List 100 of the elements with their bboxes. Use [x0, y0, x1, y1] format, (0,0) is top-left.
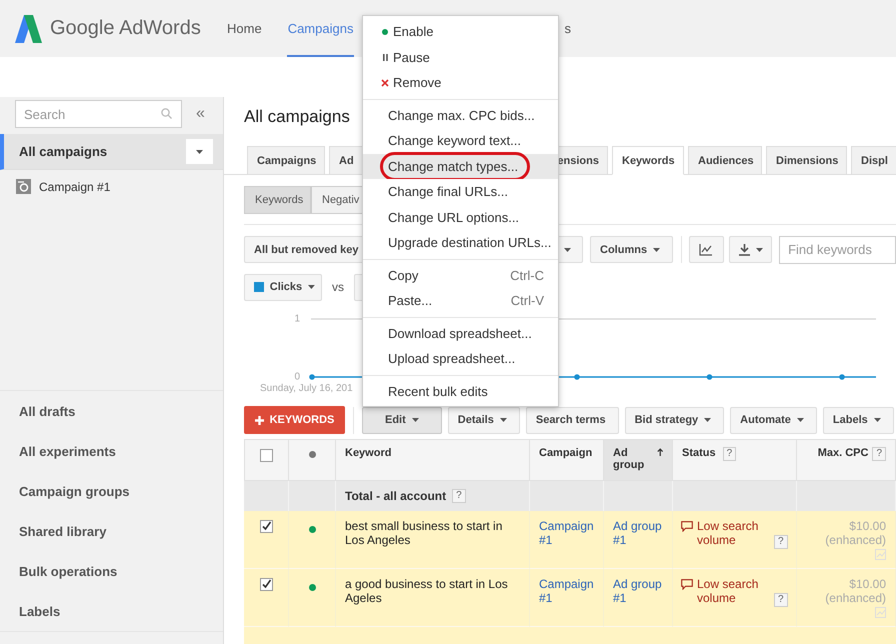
column-label: Ad group	[613, 447, 646, 471]
chart-icon	[875, 607, 886, 618]
sidebar-link[interactable]: Bulk operations	[0, 551, 223, 591]
help-marker[interactable]: ?	[722, 447, 736, 461]
chart-icon	[875, 549, 886, 560]
checked-checkbox[interactable]	[260, 578, 272, 591]
speech-bubble-icon	[681, 521, 693, 532]
add-keywords-button[interactable]: KEYWORDS	[244, 406, 345, 434]
sort-arrow-icon	[656, 447, 663, 457]
status-text: Low search volume	[697, 519, 760, 547]
search-field[interactable]: Search	[15, 100, 182, 128]
status-dot-icon	[308, 451, 316, 458]
column-label: Max. CPC	[818, 447, 868, 459]
campaign-icon	[16, 179, 31, 194]
sidebar-link[interactable]: Labels	[0, 591, 223, 631]
caret-icon	[564, 248, 571, 252]
shortcut-text: Ctrl-C	[510, 268, 544, 283]
axis-tick-label: 1	[294, 314, 300, 324]
ad-group-link[interactable]: Ad group #1	[613, 519, 663, 547]
menu-item[interactable]: Paste... Ctrl-V	[363, 288, 558, 314]
chart-icon	[699, 244, 712, 256]
action-button[interactable]: Labels	[822, 406, 894, 434]
caret-icon	[653, 248, 660, 252]
caret-icon	[196, 150, 203, 154]
action-button[interactable]: Bid strategy	[624, 406, 724, 434]
column-header[interactable]: Keyword	[336, 439, 530, 481]
all-campaigns-label: All campaigns	[19, 144, 108, 159]
all-campaigns-item[interactable]: All campaigns	[0, 134, 223, 170]
chart-button[interactable]	[689, 236, 724, 263]
menu-item[interactable]: Change match types...	[363, 154, 558, 179]
column-header[interactable]: Max. CPC ?	[797, 439, 896, 481]
download-button[interactable]	[729, 236, 772, 263]
download-icon	[739, 244, 750, 256]
vs-label: vs	[332, 280, 344, 294]
column-label: Status	[682, 447, 716, 459]
help-marker[interactable]: ?	[452, 489, 466, 503]
menu-item[interactable]: Copy Ctrl-C	[363, 262, 558, 288]
tab[interactable]: Dimensions	[766, 146, 847, 175]
action-button[interactable]: Edit	[362, 406, 442, 434]
menu-item[interactable]: Change max. CPC bids...	[363, 102, 558, 128]
subtab[interactable]: Keywords	[244, 186, 311, 214]
campaign-link[interactable]: Campaign #1	[539, 519, 594, 547]
column-label: Campaign	[539, 447, 592, 459]
sidebar-link[interactable]: All drafts	[0, 391, 223, 431]
dot-icon	[382, 28, 388, 35]
column-header[interactable]: Campaign	[530, 439, 604, 481]
sidebar-link[interactable]: Shared library	[0, 511, 223, 551]
metric-button[interactable]: Clicks	[244, 274, 322, 300]
keyword-text: best small business to start in Los Angeles	[345, 519, 504, 547]
speech-bubble-icon	[681, 579, 693, 590]
date-label: Sunday, July 16, 201	[260, 383, 353, 394]
menu-item[interactable]: Recent bulk edits	[363, 378, 558, 404]
campaign-link[interactable]: Campaign #1	[539, 577, 594, 605]
column-header[interactable]: Ad group	[604, 439, 673, 481]
help-marker[interactable]: ?	[872, 447, 886, 461]
tab[interactable]: Campaigns	[247, 146, 325, 175]
find-keywords-field[interactable]: Find keywords	[779, 236, 896, 264]
ad-group-link[interactable]: Ad group #1	[613, 577, 663, 605]
caret-icon	[756, 248, 764, 252]
campaign-item[interactable]: Campaign #1	[0, 170, 223, 194]
column-label: Keyword	[345, 447, 392, 459]
menu-item[interactable]: Change URL options...	[363, 204, 558, 230]
nav-link[interactable]: Campaigns	[286, 0, 354, 57]
action-button[interactable]: Automate	[730, 406, 817, 434]
tab[interactable]: Keywords	[612, 146, 684, 175]
menu-item[interactable]: Remove	[363, 70, 558, 96]
max-cpc-value: $10.00	[849, 519, 886, 533]
menu-item[interactable]: Change final URLs...	[363, 179, 558, 204]
checked-checkbox[interactable]	[260, 520, 272, 533]
collapse-button[interactable]: «	[192, 105, 209, 123]
plus-icon	[254, 416, 264, 424]
column-header[interactable]: Status ?	[673, 439, 797, 481]
logo-icon	[15, 14, 42, 42]
menu-item[interactable]: Upload spreadsheet...	[363, 346, 558, 372]
sidebar-link[interactable]: All experiments	[0, 431, 223, 471]
menu-item[interactable]: Pause	[363, 44, 558, 70]
menu-item[interactable]: Download spreadsheet...	[363, 320, 558, 346]
table-cell	[604, 481, 673, 511]
tab[interactable]: Displ	[851, 146, 896, 175]
help-marker[interactable]: ?	[774, 593, 788, 607]
action-button[interactable]: Search terms	[526, 406, 619, 434]
total-label: Total - all account	[345, 489, 446, 503]
columns-button[interactable]: Columns	[590, 236, 674, 263]
menu-item[interactable]: Upgrade destination URLs...	[363, 230, 558, 256]
tab[interactable]: Audiences	[688, 146, 762, 175]
nav-link[interactable]: s	[563, 0, 572, 57]
nav-link[interactable]: Home	[226, 0, 263, 57]
campaign-label: Campaign #1	[39, 180, 110, 194]
search-icon	[161, 108, 172, 119]
action-button[interactable]: Details	[448, 406, 520, 434]
status-text: Low search volume	[697, 577, 760, 605]
menu-item[interactable]: Enable	[363, 19, 558, 44]
checkbox[interactable]	[260, 449, 273, 462]
close-icon	[381, 78, 389, 87]
sidebar-link[interactable]: Campaign groups	[0, 471, 223, 511]
keyword-text: a good business to start in Los Ageles	[345, 577, 509, 605]
shortcut-text: Ctrl-V	[510, 293, 544, 308]
bid-note: (enhanced)	[825, 533, 886, 547]
menu-item[interactable]: Change keyword text...	[363, 128, 558, 154]
help-marker[interactable]: ?	[774, 535, 788, 549]
